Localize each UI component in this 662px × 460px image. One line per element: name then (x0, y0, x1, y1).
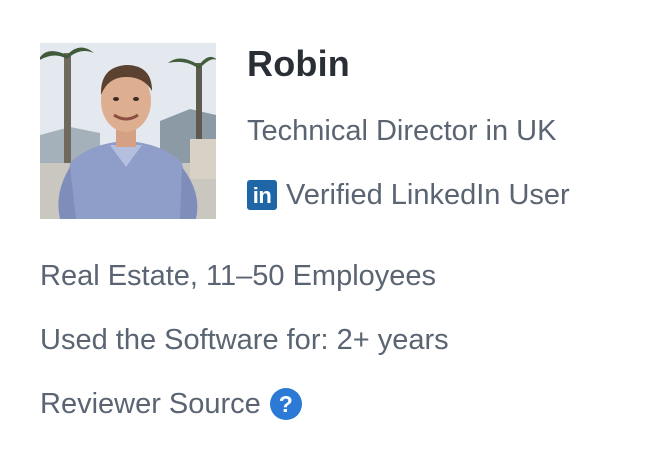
reviewer-card: Robin Technical Director in UK in Verifi… (0, 0, 662, 460)
reviewer-source-label: Reviewer Source (40, 388, 261, 420)
linkedin-icon: in (247, 180, 277, 210)
question-circle-icon[interactable]: ? (269, 388, 302, 420)
reviewer-avatar (40, 43, 216, 219)
reviewer-name: Robin (247, 43, 350, 84)
software-usage-duration: Used the Software for: 2+ years (40, 324, 449, 356)
reviewer-source: Reviewer Source ? (40, 386, 302, 422)
reviewer-job-title: Technical Director in UK (247, 115, 557, 147)
verified-linkedin-badge: in Verified LinkedIn User (247, 177, 570, 213)
industry-company-size: Real Estate, 11–50 Employees (40, 260, 437, 292)
verified-label: Verified LinkedIn User (286, 179, 570, 211)
